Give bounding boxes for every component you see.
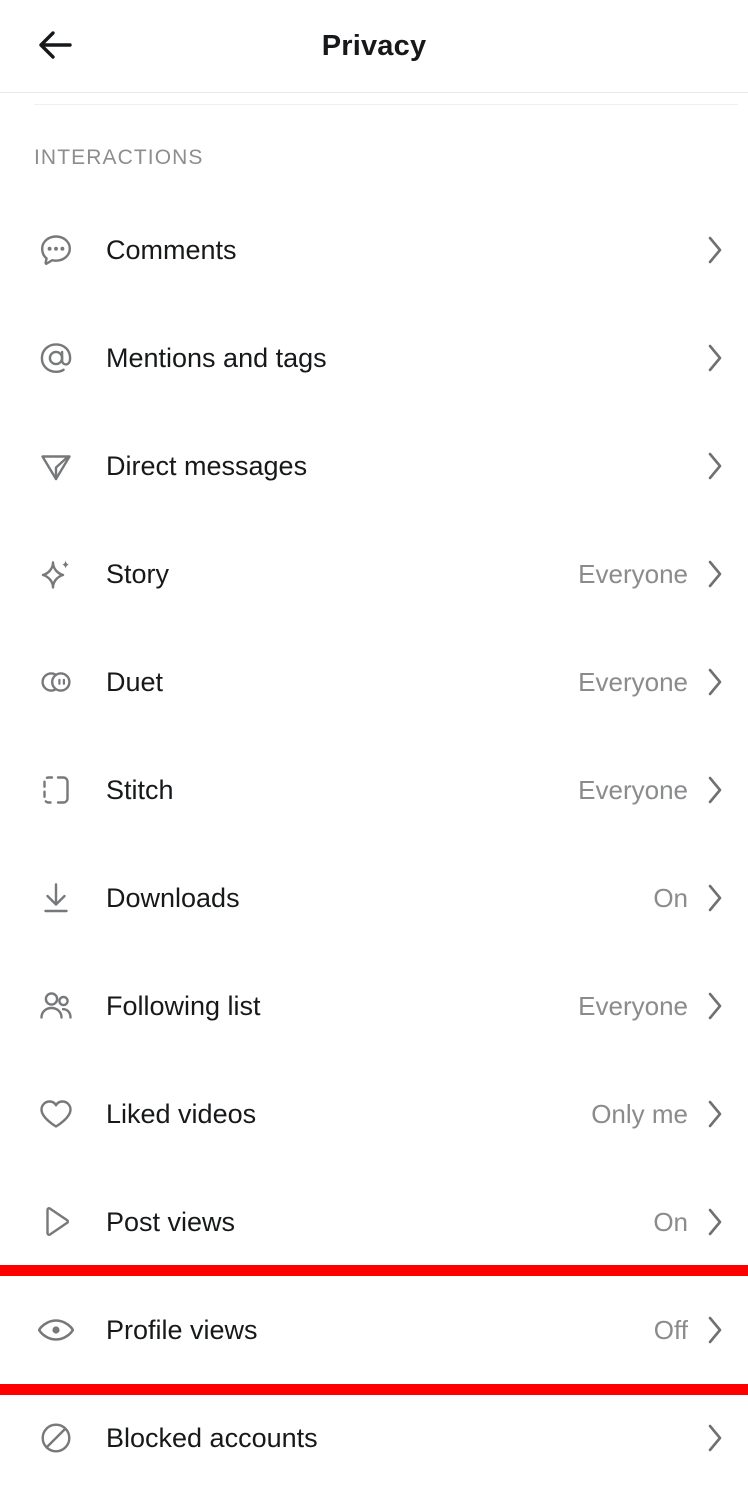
list-item-comments[interactable]: Comments — [0, 196, 748, 304]
list-item-value: Everyone — [578, 558, 688, 589]
send-plane-icon — [34, 444, 78, 488]
chevron-right-icon — [704, 665, 726, 699]
stitch-bracket-icon — [34, 768, 78, 812]
list-item-value: On — [653, 882, 688, 913]
list-item-duet[interactable]: Duet Everyone — [0, 628, 748, 736]
list-item-label: Story — [106, 558, 170, 589]
list-item-value: On — [653, 1206, 688, 1237]
back-button[interactable] — [28, 18, 84, 74]
list-item-label: Blocked accounts — [106, 1422, 318, 1453]
list-item-label: Direct messages — [106, 450, 308, 481]
list-item-blocked-accounts[interactable]: Blocked accounts — [0, 1384, 748, 1492]
sparkle-icon — [34, 552, 78, 596]
list-item-label: Comments — [106, 234, 237, 265]
list-item-profile-views[interactable]: Profile views Off — [0, 1265, 748, 1395]
chevron-right-icon — [704, 449, 726, 483]
privacy-settings-screen: Privacy INTERACTIONS Comments Mentions a… — [0, 0, 748, 1500]
list-item-label: Duet — [106, 666, 164, 697]
list-item-value: Everyone — [578, 666, 688, 697]
list-item-value: Everyone — [578, 774, 688, 805]
list-item-mentions-and-tags[interactable]: Mentions and tags — [0, 304, 748, 412]
list-item-value: Only me — [591, 1098, 688, 1129]
list-item-label: Following list — [106, 990, 261, 1021]
chevron-right-icon — [704, 1313, 726, 1347]
chevron-right-icon — [704, 989, 726, 1023]
chevron-right-icon — [704, 341, 726, 375]
list-item-story[interactable]: Story Everyone — [0, 520, 748, 628]
block-circle-icon — [34, 1416, 78, 1460]
list-item-liked-videos[interactable]: Liked videos Only me — [0, 1060, 748, 1168]
list-item-label: Stitch — [106, 774, 174, 805]
chevron-right-icon — [704, 557, 726, 591]
app-header: Privacy — [0, 0, 748, 92]
settings-list: Comments Mentions and tags Direct messag… — [0, 196, 748, 1492]
chevron-right-icon — [704, 1097, 726, 1131]
chevron-right-icon — [704, 233, 726, 267]
eye-icon — [34, 1308, 78, 1352]
play-triangle-icon — [34, 1200, 78, 1244]
list-item-downloads[interactable]: Downloads On — [0, 844, 748, 952]
chevron-right-icon — [704, 1421, 726, 1455]
chevron-right-icon — [704, 1205, 726, 1239]
list-item-value: Everyone — [578, 990, 688, 1021]
arrow-left-icon — [37, 30, 75, 63]
list-item-label: Liked videos — [106, 1098, 257, 1129]
download-icon — [34, 876, 78, 920]
list-item-label: Profile views — [106, 1314, 258, 1345]
list-item-label: Downloads — [106, 882, 240, 913]
chevron-right-icon — [704, 881, 726, 915]
page-title: Privacy — [321, 29, 427, 62]
at-sign-icon — [34, 336, 78, 380]
people-icon — [34, 984, 78, 1028]
list-item-value: Off — [653, 1314, 688, 1345]
section-header-interactions: INTERACTIONS — [34, 146, 204, 169]
list-item-stitch[interactable]: Stitch Everyone — [0, 736, 748, 844]
list-item-label: Post views — [106, 1206, 236, 1237]
list-item-direct-messages[interactable]: Direct messages — [0, 412, 748, 520]
comment-bubble-icon — [34, 228, 78, 272]
list-item-label: Mentions and tags — [106, 342, 327, 373]
chevron-right-icon — [704, 773, 726, 807]
header-divider — [0, 92, 748, 93]
heart-icon — [34, 1092, 78, 1136]
list-item-following-list[interactable]: Following list Everyone — [0, 952, 748, 1060]
duet-circles-icon — [34, 660, 78, 704]
list-item-post-views[interactable]: Post views On — [0, 1168, 748, 1276]
